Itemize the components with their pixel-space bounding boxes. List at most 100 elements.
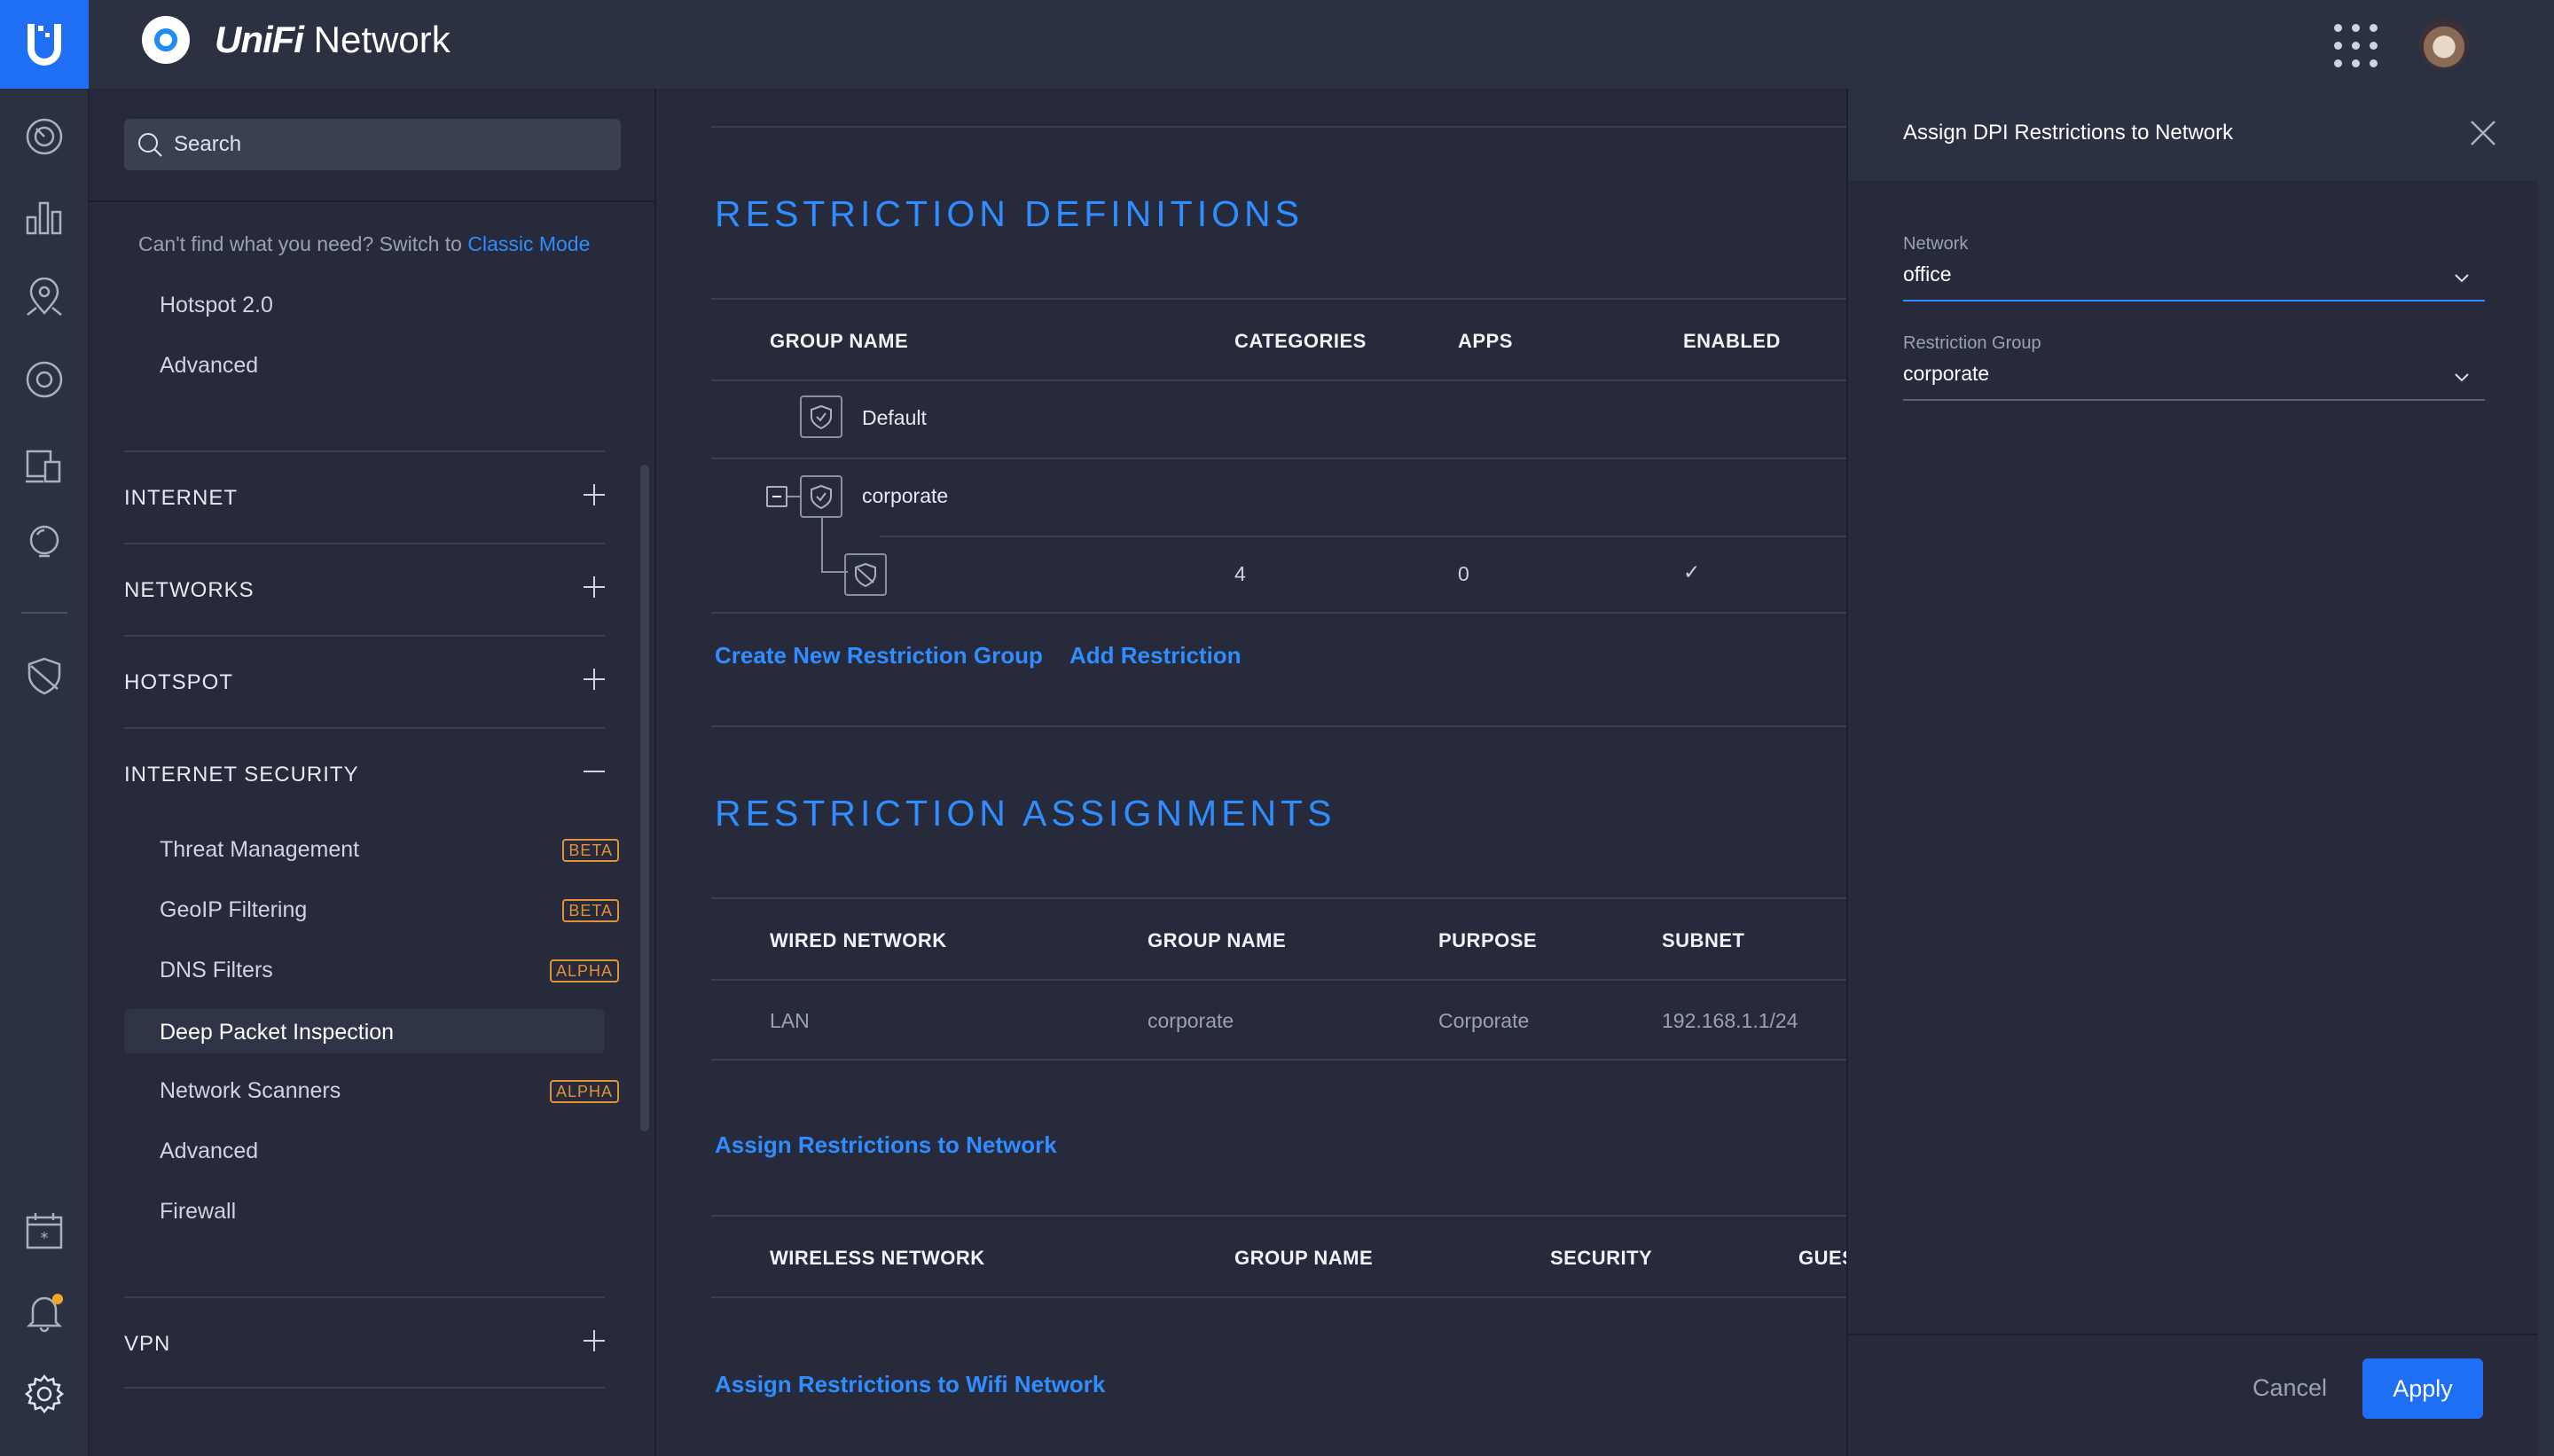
divider [711,1215,1846,1217]
divider [711,126,1846,128]
col-security[interactable]: SECURITY [1550,1247,1652,1270]
sidebar-item-firewall[interactable]: Firewall [160,1199,236,1225]
col-wireless-network[interactable]: WIRELESS NETWORK [770,1247,985,1270]
section-internet-security[interactable]: INTERNET SECURITY [124,727,605,819]
restriction-categories: 4 [1234,562,1246,585]
ubiquiti-u-icon [27,24,61,66]
search-input[interactable]: Search [124,119,621,170]
close-icon[interactable] [2469,119,2497,147]
assign-restrictions-to-network-link[interactable]: Assign Restrictions to Network [715,1131,1057,1159]
sidebar-scrollbar[interactable] [640,465,649,1131]
sidebar-item-advanced-security[interactable]: Advanced [160,1139,258,1164]
statistics-icon[interactable] [20,192,69,241]
group-name-default[interactable]: Default [862,406,927,430]
divider [711,1059,1846,1061]
shield-blocked-icon [844,553,887,596]
col-group-name[interactable]: GROUP NAME [1234,1247,1373,1270]
classic-mode-link[interactable]: Classic Mode [467,232,590,255]
section-label: NETWORKS [124,578,255,602]
col-apps[interactable]: APPS [1458,330,1513,353]
divider [89,200,656,202]
divider [711,1296,1846,1298]
sidebar-item-deep-packet-inspection[interactable]: Deep Packet Inspection [160,1020,394,1045]
main-content: RESTRICTION DEFINITIONS GROUP NAME CATEG… [658,89,1855,1456]
sidebar-item-threat-management[interactable]: Threat Management [160,837,359,863]
settings-sidebar: Search Can't find what you need? Switch … [89,89,656,1456]
divider [711,725,1846,727]
section-networks[interactable]: NETWORKS [124,543,605,635]
app-switcher-grid-icon[interactable] [2332,22,2378,68]
search-placeholder: Search [174,132,242,156]
group-name-cell: corporate [1148,1009,1234,1032]
divider [711,298,1846,300]
section-hotspot[interactable]: HOTSPOT [124,635,605,727]
dashboard-icon[interactable] [20,112,69,161]
section-label: INTERNET SECURITY [124,763,359,787]
create-new-restriction-group-link[interactable]: Create New Restriction Group [715,642,1043,669]
col-subnet[interactable]: SUBNET [1662,929,1744,952]
user-avatar[interactable] [2419,20,2469,69]
sidebar-item-network-scanners[interactable]: Network Scanners [160,1078,341,1104]
col-wired-network[interactable]: WIRED NETWORK [770,929,947,952]
divider [880,536,1846,537]
shield-icon[interactable] [20,651,69,701]
col-enabled[interactable]: ENABLED [1683,330,1781,353]
panel-title: Assign DPI Restrictions to Network [1903,121,2234,145]
insights-icon[interactable] [20,518,69,568]
unifi-network-icon [142,16,190,64]
divider [711,897,1846,899]
plus-icon [584,576,605,598]
sidebar-item-hotspot-2[interactable]: Hotspot 2.0 [160,293,273,318]
classic-mode-hint: Can't find what you need? Switch to Clas… [138,232,591,255]
restriction-enabled-check[interactable]: ✓ [1683,560,1700,584]
calendar-icon[interactable]: * [20,1206,69,1256]
network-select[interactable]: office [1903,262,2485,301]
clients-icon[interactable] [20,440,69,489]
network-label: Network [1903,234,1969,254]
restriction-assignments-title: RESTRICTION ASSIGNMENTS [715,793,1336,834]
devices-icon[interactable] [20,355,69,404]
plus-icon [584,669,605,690]
divider [711,380,1846,381]
cancel-button[interactable]: Cancel [2245,1364,2334,1412]
app-title: UniFi Network [215,19,450,60]
divider [711,612,1846,614]
col-group-name[interactable]: GROUP NAME [1148,929,1286,952]
search-icon [138,133,162,157]
collapse-toggle[interactable] [766,486,787,507]
group-name-corporate[interactable]: corporate [862,484,948,508]
add-restriction-link[interactable]: Add Restriction [1069,642,1242,669]
wired-network-cell: LAN [770,1009,810,1032]
col-purpose[interactable]: PURPOSE [1438,929,1537,952]
divider [711,458,1846,459]
chevron-down-icon [2455,274,2469,283]
section-internet[interactable]: INTERNET [124,450,605,543]
purpose-cell: Corporate [1438,1009,1530,1032]
restriction-group-select[interactable]: corporate [1903,362,2485,401]
section-label: VPN [124,1332,171,1356]
assign-restrictions-to-wifi-network-link[interactable]: Assign Restrictions to Wifi Network [715,1371,1105,1398]
chevron-down-icon [2455,373,2469,382]
restriction-group-value: corporate [1903,362,1990,385]
section-vpn[interactable]: VPN [124,1296,605,1389]
sidebar-item-geoip-filtering[interactable]: GeoIP Filtering [160,897,307,923]
panel-footer-divider [1848,1334,2540,1335]
plus-icon [584,484,605,505]
plus-icon [584,1330,605,1351]
section-label: HOTSPOT [124,670,234,694]
rail-divider [21,612,67,614]
apply-button[interactable]: Apply [2362,1358,2483,1419]
map-icon[interactable] [20,273,69,323]
sidebar-item-advanced[interactable]: Advanced [160,353,258,379]
ubiquiti-logo[interactable] [0,0,89,89]
notification-bell-icon[interactable] [20,1288,69,1337]
tree-connector [821,518,823,573]
sidebar-item-dns-filters[interactable]: DNS Filters [160,958,273,983]
col-categories[interactable]: CATEGORIES [1234,330,1367,353]
shield-check-icon [800,395,842,438]
subnet-cell: 192.168.1.1/24 [1662,1009,1798,1032]
beta-badge: BETA [562,899,619,922]
settings-gear-icon[interactable] [20,1369,69,1419]
col-group-name[interactable]: GROUP NAME [770,330,908,353]
window-edge [2538,89,2554,1456]
